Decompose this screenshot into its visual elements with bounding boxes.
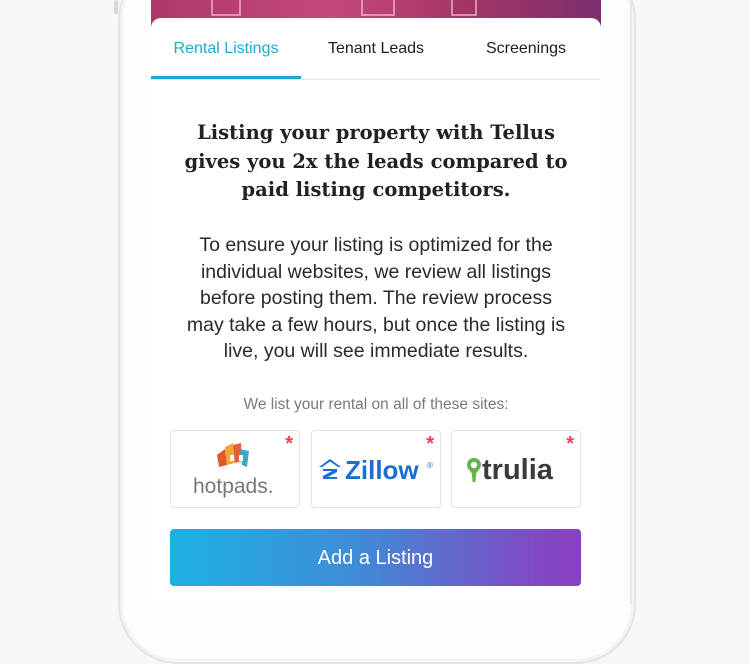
phone-edge (630, 0, 632, 604)
hotpads-wordmark: hotpads. (193, 475, 274, 498)
hero-arch (211, 0, 241, 16)
hero-arch (361, 0, 395, 16)
headline-line: paid listing competitors. (241, 178, 511, 201)
zillow-logo-icon (319, 459, 341, 479)
headline-line: gives you 2x the leads compared to (184, 149, 568, 173)
tab-tenant-leads[interactable]: Tenant Leads (301, 18, 451, 79)
required-asterisk: * (566, 433, 574, 455)
phone-side-button (114, 0, 118, 14)
site-card-hotpads[interactable]: * hotpads. (170, 430, 300, 508)
body-line: live, you will see immediate results. (223, 340, 529, 362)
zillow-wordmark: Zillow (345, 455, 419, 485)
required-asterisk: * (285, 433, 293, 455)
add-listing-button[interactable]: Add a Listing (170, 529, 581, 586)
review-description: To ensure your listing is optimized for … (169, 232, 583, 365)
trulia-pin-icon (467, 458, 481, 482)
app-screen: Rental Listings Tenant Leads Screenings … (151, 0, 601, 604)
body-line: may take a few hours, but once the listi… (186, 313, 566, 336)
site-card-trulia[interactable]: * trulia (451, 430, 581, 508)
body-line: To ensure your listing is optimized for … (199, 234, 553, 256)
sites-label: We list your rental on all of these site… (243, 396, 509, 413)
trulia-wordmark: trulia (482, 454, 553, 486)
body-line: individual websites, we review all listi… (200, 260, 552, 283)
hotpads-logo-icon (217, 443, 249, 467)
tab-rental-listings[interactable]: Rental Listings (151, 18, 301, 79)
headline-line: Listing your property with Tellus (197, 121, 555, 144)
required-asterisk: * (426, 433, 434, 455)
tab-bar: Rental Listings Tenant Leads Screenings (151, 18, 601, 80)
hero-arch (451, 0, 477, 16)
registered-mark: ® (427, 461, 433, 470)
headline: Listing your property with Tellus gives … (181, 119, 571, 205)
listing-card: Rental Listings Tenant Leads Screenings … (151, 18, 601, 604)
site-card-zillow[interactable]: * Zillow ® (311, 430, 441, 508)
body-line: before posting them. The review process (200, 287, 552, 309)
tab-screenings[interactable]: Screenings (451, 18, 601, 79)
active-tab-indicator (151, 76, 301, 79)
